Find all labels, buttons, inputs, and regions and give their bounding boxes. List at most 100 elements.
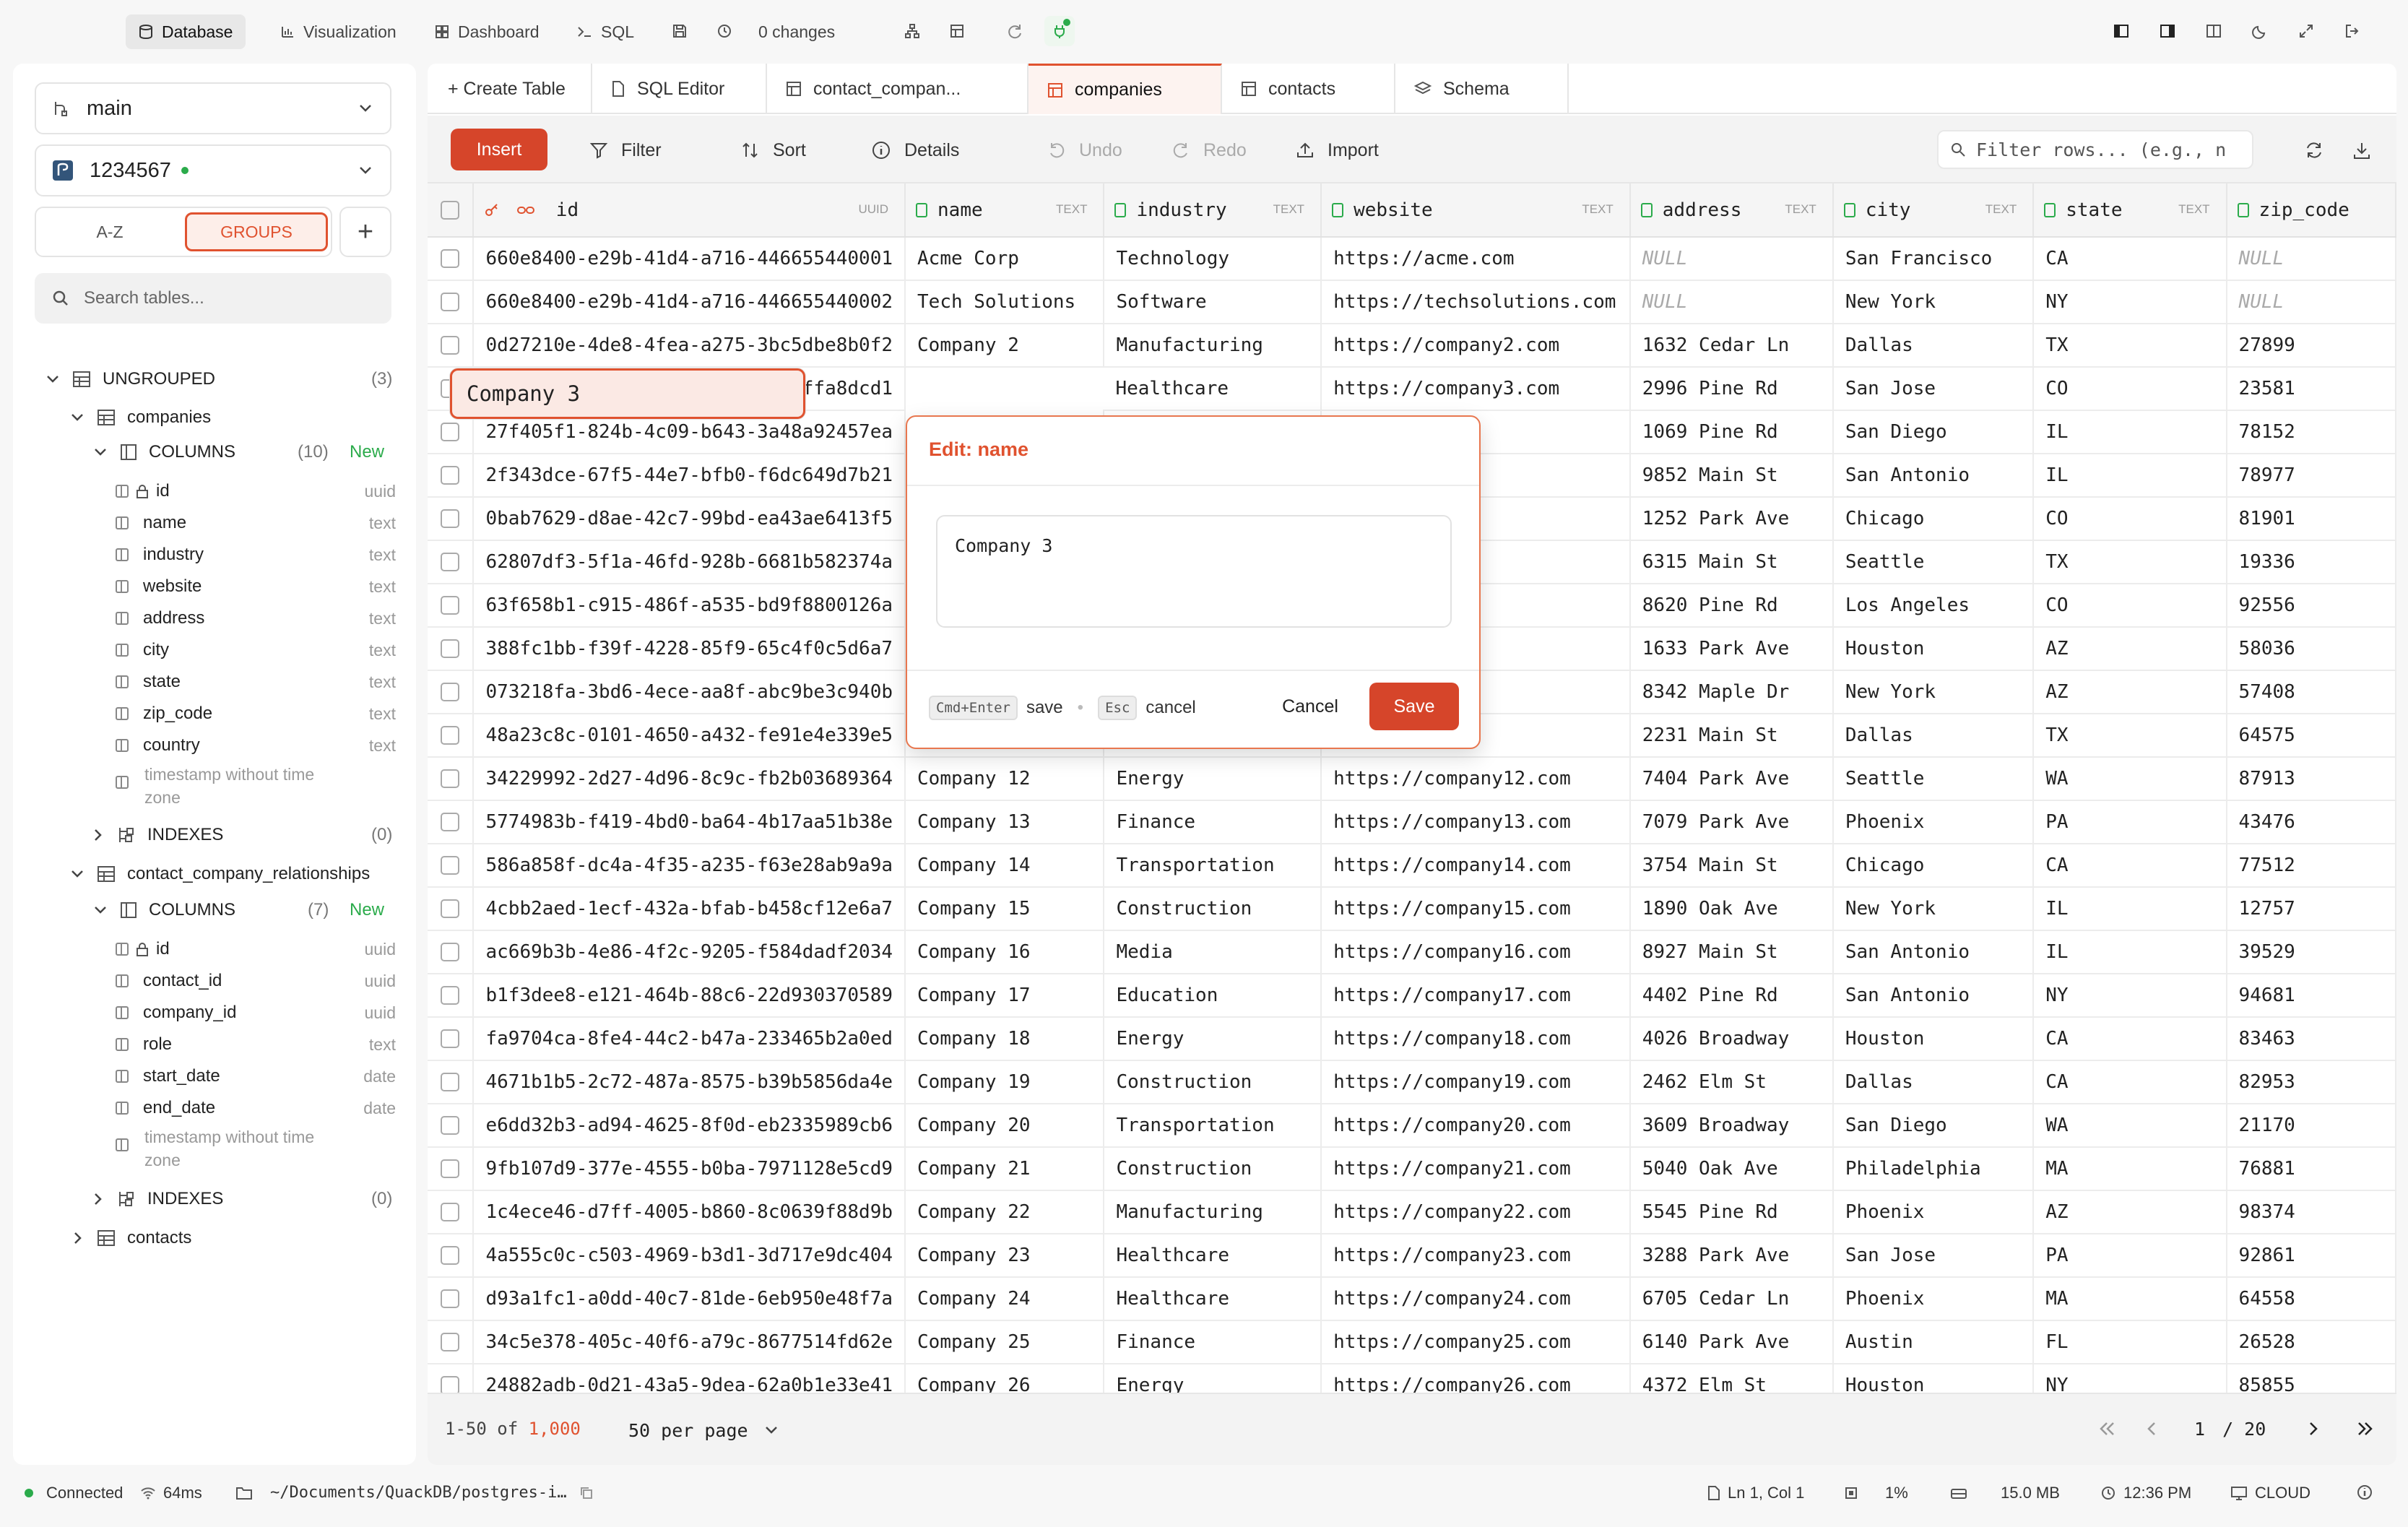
column-header-address[interactable]: address TEXT: [1629, 183, 1834, 238]
row-checkbox[interactable]: [441, 943, 460, 961]
column-header-id[interactable]: id UUID: [473, 183, 906, 238]
cell-industry[interactable]: Finance: [1104, 1320, 1322, 1364]
cell-id[interactable]: 0d27210e-4de8-4fea-a275-3bc5dbe8b0f2: [473, 324, 906, 368]
cell-zip-code[interactable]: 83463: [2226, 1017, 2396, 1061]
cell-zip-code[interactable]: 76881: [2226, 1147, 2396, 1191]
cell-state[interactable]: CO: [2033, 497, 2227, 541]
row-select-cell[interactable]: [428, 627, 475, 671]
cell-state[interactable]: NY: [2033, 974, 2227, 1018]
row-select-cell[interactable]: [428, 800, 475, 844]
row-select-cell[interactable]: [428, 1364, 475, 1393]
cell-website[interactable]: https://company21.com: [1321, 1147, 1631, 1191]
cell-address[interactable]: 1633 Park Ave: [1629, 627, 1834, 671]
cell-city[interactable]: San Jose: [1832, 1234, 2035, 1278]
cell-id[interactable]: 4cbb2aed-1ecf-432a-bfab-b458cf12e6a7: [473, 887, 906, 931]
cell-address[interactable]: 1252 Park Ave: [1629, 497, 1834, 541]
cell-website[interactable]: https://company20.com: [1321, 1104, 1631, 1148]
row-checkbox[interactable]: [441, 336, 460, 355]
indexes-node[interactable]: INDEXES (0): [94, 821, 397, 849]
cell-industry[interactable]: Manufacturing: [1104, 1190, 1322, 1234]
row-select-cell[interactable]: [428, 757, 475, 801]
cell-city[interactable]: Seattle: [1832, 757, 2035, 801]
row-checkbox[interactable]: [441, 1376, 460, 1393]
row-select-cell[interactable]: [428, 237, 475, 281]
cell-state[interactable]: IL: [2033, 454, 2227, 498]
row-checkbox[interactable]: [441, 1289, 460, 1308]
cell-name[interactable]: Company 26: [905, 1364, 1105, 1393]
cell-zip-code[interactable]: 98374: [2226, 1190, 2396, 1234]
info-icon[interactable]: [2356, 1484, 2373, 1501]
cell-zip-code[interactable]: 87913: [2226, 757, 2396, 801]
row-select-cell[interactable]: [428, 540, 475, 584]
database-selector[interactable]: 1234567: [35, 144, 391, 196]
cell-zip-code[interactable]: 92556: [2226, 584, 2396, 628]
cell-address[interactable]: 3754 Main St: [1629, 844, 1834, 888]
cell-city[interactable]: San Antonio: [1832, 930, 2035, 974]
column-item[interactable]: state text: [116, 667, 396, 696]
cell-zip-code[interactable]: 58036: [2226, 627, 2396, 671]
cell-name[interactable]: Company 21: [905, 1147, 1105, 1191]
plugin-status-icon[interactable]: [1044, 16, 1075, 46]
cell-zip-code[interactable]: 94681: [2226, 974, 2396, 1018]
column-item[interactable]: website text: [116, 572, 396, 601]
table-row[interactable]: b1f3dee8-e121-464b-88c6-22d930370589 Comp…: [428, 974, 2396, 1018]
columns-node[interactable]: COLUMNS (7) New: [94, 896, 390, 925]
cell-name[interactable]: Company 22: [905, 1190, 1105, 1234]
column-item[interactable]: end_date date: [116, 1094, 396, 1122]
cell-name[interactable]: Company 24: [905, 1277, 1105, 1321]
cell-industry[interactable]: Construction: [1104, 1060, 1322, 1104]
cell-address[interactable]: 8620 Pine Rd: [1629, 584, 1834, 628]
cell-zip-code[interactable]: 21170: [2226, 1104, 2396, 1148]
row-checkbox[interactable]: [441, 293, 460, 311]
expand-icon[interactable]: [2291, 16, 2321, 46]
history-icon[interactable]: [709, 16, 740, 46]
cell-industry[interactable]: Healthcare: [1104, 1234, 1322, 1278]
row-checkbox[interactable]: [441, 1246, 460, 1265]
cell-city[interactable]: Phoenix: [1832, 1190, 2035, 1234]
nav-visualization[interactable]: Visualization: [267, 14, 410, 49]
cell-state[interactable]: TX: [2033, 714, 2227, 758]
column-item[interactable]: start_date date: [116, 1062, 396, 1091]
cell-city[interactable]: Dallas: [1832, 1060, 2035, 1104]
details-button[interactable]: Details: [871, 130, 959, 170]
cell-state[interactable]: CA: [2033, 1017, 2227, 1061]
cell-state[interactable]: IL: [2033, 887, 2227, 931]
tab-schema[interactable]: Schema: [1395, 64, 1569, 114]
cell-id[interactable]: 24882adb-0d21-43a5-9dea-62a0b1e33e41: [473, 1364, 906, 1393]
cell-city[interactable]: New York: [1832, 280, 2035, 324]
row-checkbox[interactable]: [441, 986, 460, 1005]
cell-id[interactable]: 4a555c0c-c503-4969-b3d1-3d717e9dc404: [473, 1234, 906, 1278]
cell-name[interactable]: Company 25: [905, 1320, 1105, 1364]
cell-state[interactable]: CA: [2033, 237, 2227, 281]
sort-groups-button[interactable]: GROUPS: [185, 212, 328, 251]
column-header-website[interactable]: website TEXT: [1321, 183, 1631, 238]
add-table-button[interactable]: +: [339, 207, 391, 257]
tab-contacts[interactable]: contacts: [1222, 64, 1395, 114]
cell-state[interactable]: AZ: [2033, 670, 2227, 714]
nav-dashboard[interactable]: Dashboard: [422, 14, 553, 49]
table-row[interactable]: 5774983b-f419-4bd0-ba64-4b17aa51b38e Comp…: [428, 800, 2396, 844]
insert-button[interactable]: Insert: [451, 129, 547, 170]
cell-id[interactable]: ac669b3b-4e86-4f2c-9205-f584dadf2034: [473, 930, 906, 974]
cell-zip-code[interactable]: 23581: [2226, 367, 2396, 411]
first-page-icon[interactable]: [2099, 1422, 2116, 1436]
cell-city[interactable]: Houston: [1832, 627, 2035, 671]
column-item[interactable]: timestamp without time zone: [116, 1125, 396, 1172]
column-item[interactable]: id uuid: [116, 477, 396, 506]
indexes-node[interactable]: INDEXES (0): [94, 1185, 397, 1214]
cell-city[interactable]: New York: [1832, 670, 2035, 714]
cell-address[interactable]: 7079 Park Ave: [1629, 800, 1834, 844]
cell-industry[interactable]: Education: [1104, 974, 1322, 1018]
cell-industry[interactable]: Energy: [1104, 1364, 1322, 1393]
cell-address[interactable]: 9852 Main St: [1629, 454, 1834, 498]
column-item[interactable]: country text: [116, 731, 396, 760]
cell-state[interactable]: CO: [2033, 367, 2227, 411]
cell-city[interactable]: Philadelphia: [1832, 1147, 2035, 1191]
table-row[interactable]: 4a555c0c-c503-4969-b3d1-3d717e9dc404 Comp…: [428, 1234, 2396, 1278]
row-select-cell[interactable]: [428, 974, 475, 1018]
cell-state[interactable]: CA: [2033, 1060, 2227, 1104]
cell-zip-code[interactable]: 82953: [2226, 1060, 2396, 1104]
cell-industry[interactable]: Technology: [1104, 237, 1322, 281]
table-row[interactable]: 4cbb2aed-1ecf-432a-bfab-b458cf12e6a7 Comp…: [428, 887, 2396, 931]
cell-id[interactable]: 34c5e378-405c-40f6-a79c-8677514fd62e: [473, 1320, 906, 1364]
